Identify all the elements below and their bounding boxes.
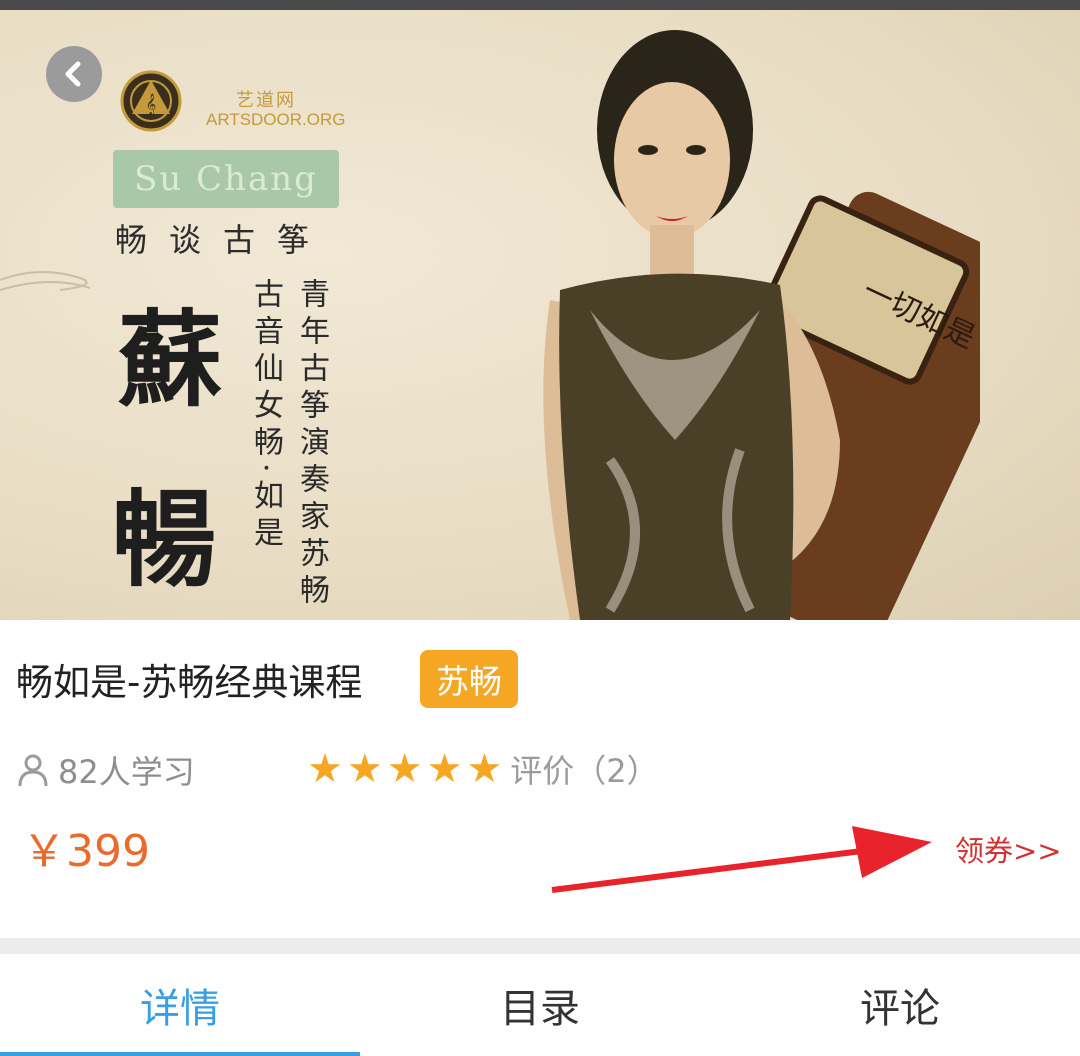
course-price: ￥399 xyxy=(22,826,150,877)
rating-stars: ★ ★ ★ ★ ★ xyxy=(307,749,506,789)
course-tabs: 详情 目录 评论 xyxy=(0,954,1080,1056)
star-icon: ★ xyxy=(307,746,343,792)
tab-catalog-label: 目录 xyxy=(500,986,580,1032)
course-title: 畅如是-苏畅经典课程 xyxy=(16,661,363,704)
learner-count-label: 82人学习 xyxy=(58,753,195,791)
artsdoor-logo: 𝄞 xyxy=(120,70,182,132)
section-divider xyxy=(0,938,1080,954)
tab-details[interactable]: 详情 xyxy=(0,954,360,1056)
coupon-link[interactable]: 领券>> xyxy=(955,828,1062,870)
back-button[interactable] xyxy=(46,46,102,102)
vertical-text-2: 青年古筝演奏家苏畅 xyxy=(294,278,329,611)
star-icon: ★ xyxy=(386,746,423,792)
logo-english: ARTSDOOR.ORG xyxy=(206,110,346,129)
star-icon: ★ xyxy=(466,746,503,792)
logo-chinese: 艺道网 xyxy=(236,90,296,111)
tab-catalog[interactable]: 目录 xyxy=(360,954,720,1056)
status-bar xyxy=(0,0,1080,10)
artist-name-en: Su Chang xyxy=(134,159,318,199)
tab-comments[interactable]: 评论 xyxy=(720,954,1080,1056)
teacher-tag[interactable]: 苏畅 xyxy=(420,650,518,708)
tab-comments-label: 评论 xyxy=(860,986,940,1032)
banner-subtitle: 畅谈古筝 xyxy=(115,221,332,259)
star-icon: ★ xyxy=(346,746,383,792)
vertical-text-1: 古音仙女畅·如是 xyxy=(248,278,283,554)
annotation-arrow xyxy=(551,826,932,893)
chevron-left-icon xyxy=(65,61,81,87)
calligraphy-char-2: 暢 xyxy=(112,478,217,601)
artist-name-box: Su Chang xyxy=(113,150,339,208)
tab-details-label: 详情 xyxy=(140,986,220,1032)
learner-count: 82人学习 xyxy=(18,748,195,792)
review-count[interactable]: 评价（2） xyxy=(510,746,658,792)
person-icon xyxy=(18,754,48,787)
ink-decoration xyxy=(0,271,91,291)
star-icon: ★ xyxy=(426,746,463,792)
course-banner: 𝄞 艺道网 ARTSDOOR.ORG Su Chang 畅谈古筝 蘇 暢 古音仙… xyxy=(0,10,1080,620)
svg-text:𝄞: 𝄞 xyxy=(146,94,157,115)
course-rating: ★ ★ ★ ★ ★ 评价（2） xyxy=(307,745,659,793)
artist-portrait-image: 一切如是 xyxy=(543,30,980,620)
calligraphy-char-1: 蘇 xyxy=(118,298,223,421)
